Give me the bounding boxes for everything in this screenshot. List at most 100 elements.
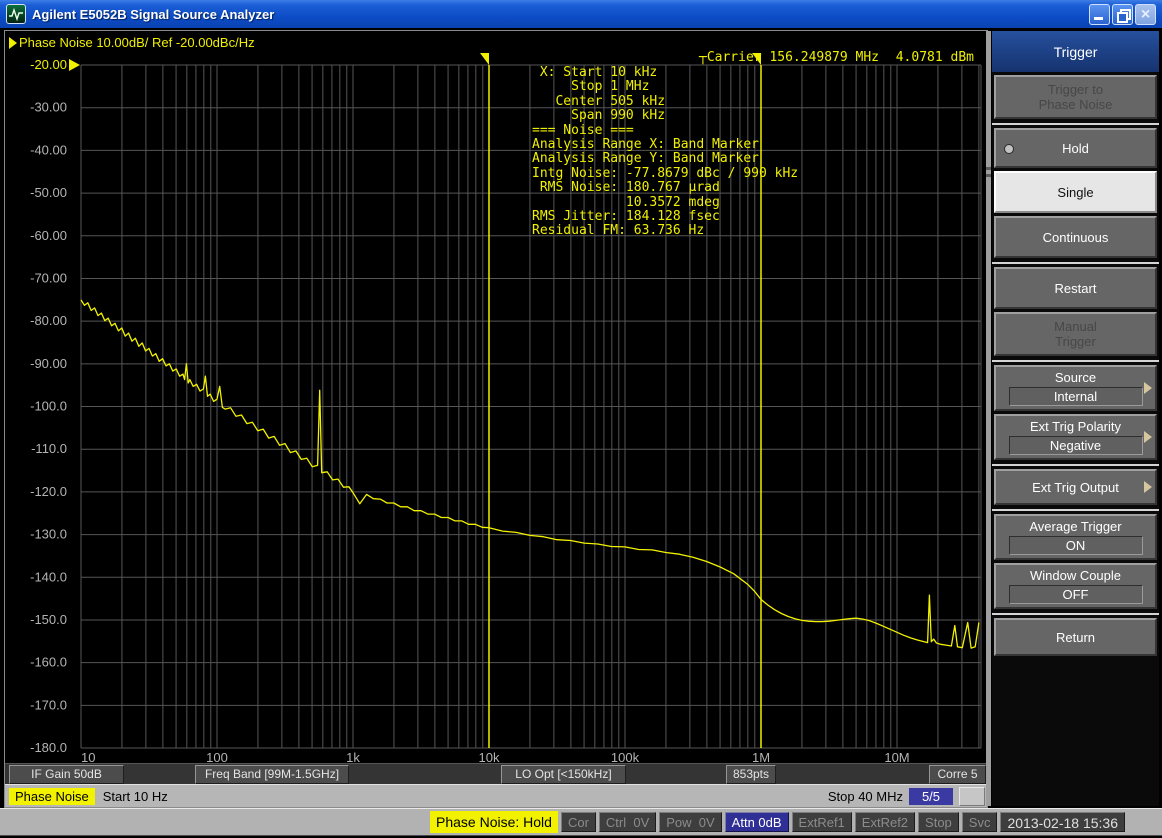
menu-separator	[992, 464, 1159, 466]
app-icon	[6, 4, 26, 24]
softkey-return[interactable]: Return	[994, 618, 1157, 656]
softkey-scrollbar[interactable]	[986, 31, 991, 806]
softkey-hold[interactable]: Hold	[994, 128, 1157, 168]
softkey-value: ON	[1009, 536, 1143, 555]
y-axis-tick-label: -120.0	[30, 484, 67, 499]
y-axis-tick-label: -70.00	[30, 270, 67, 285]
y-axis-tick-label: -90.00	[30, 356, 67, 371]
softkey-value: OFF	[1009, 585, 1143, 604]
menu-separator	[992, 613, 1159, 615]
status-chip-853pts: 853pts	[726, 765, 776, 784]
bottombar-chip-extref2: ExtRef2	[855, 812, 915, 832]
app-window: Agilent E5052B Signal Source Analyzer Ph…	[0, 0, 1162, 838]
annotation-line: Center 505 kHz	[532, 95, 798, 109]
softkey-label: Hold	[1062, 141, 1089, 156]
menu-separator	[992, 509, 1159, 511]
softkey-label: Window Couple	[1030, 568, 1121, 583]
y-axis-tick-label: -100.0	[30, 399, 67, 414]
menu-separator	[992, 360, 1159, 362]
softkey-label: Source	[1055, 370, 1096, 385]
spare-chip	[959, 787, 985, 806]
menu-separator	[992, 262, 1159, 264]
minimize-button[interactable]	[1089, 4, 1110, 25]
bottombar-chip-phase-noise-hold: Phase Noise: Hold	[430, 811, 558, 833]
bottombar-chip-svc: Svc	[962, 812, 998, 832]
y-axis-tick-label: -80.00	[30, 313, 67, 328]
softkey-label: Trigger to Phase Noise	[1039, 82, 1113, 112]
status-row2: Phase Noise Start 10 Hz Stop 40 MHz 5/5	[5, 784, 987, 807]
status-chip-if-gain-50db: IF Gain 50dB	[9, 765, 124, 784]
annotation-line: Stop 1 MHz	[532, 80, 798, 94]
softkey-label: Single	[1057, 185, 1093, 200]
softkey-label: Ext Trig Output	[1032, 480, 1119, 495]
bottombar-chip-ctrl-0v: Ctrl 0V	[599, 812, 656, 832]
menu-title: Trigger	[992, 31, 1159, 72]
bottom-status-bar: Phase Noise: HoldCorCtrl 0VPow 0VAttn 0d…	[0, 808, 1162, 836]
softkey-label: Restart	[1055, 281, 1097, 296]
y-axis-tick-label: -160.0	[30, 655, 67, 670]
softkey-label: Ext Trig Polarity	[1030, 419, 1121, 434]
window-title: Agilent E5052B Signal Source Analyzer	[32, 7, 1089, 22]
close-button[interactable]	[1135, 4, 1156, 25]
annotation-line: Residual FM: 63.736 Hz	[532, 224, 798, 238]
status-chip-corre-5: Corre 5	[929, 765, 986, 784]
y-axis-tick-label: -30.00	[30, 100, 67, 115]
softkey-manual-trigger: Manual Trigger	[994, 312, 1157, 356]
y-axis-tick-label: -150.0	[30, 612, 67, 627]
softkey-source[interactable]: Source Internal	[994, 365, 1157, 411]
menu-separator	[992, 123, 1159, 125]
noise-analysis-annotation: X: Start 10 kHz Stop 1 MHz Center 505 kH…	[532, 66, 798, 239]
y-axis-tick-label: -170.0	[30, 697, 67, 712]
softkey-window-couple[interactable]: Window Couple OFF	[994, 563, 1157, 609]
annotation-line: === Noise ===	[532, 124, 798, 138]
bottombar-chip-attn-0db: Attn 0dB	[725, 812, 789, 832]
y-axis-tick-label: -180.0	[30, 740, 67, 755]
annotation-line: Analysis Range Y: Band Marker	[532, 152, 798, 166]
annotation-line: X: Start 10 kHz	[532, 66, 798, 80]
phase-noise-plot[interactable]: -20.00-30.00-40.00-50.00-60.00-70.00-80.…	[5, 31, 987, 807]
softkey-label: Manual Trigger	[1054, 319, 1097, 349]
annotation-line: 10.3572 mdeg	[532, 196, 798, 210]
selected-dot-icon	[1004, 144, 1014, 154]
softkey-continuous[interactable]: Continuous	[994, 216, 1157, 258]
annotation-line: Span 990 kHz	[532, 109, 798, 123]
softkey-ext-trig-output[interactable]: Ext Trig Output	[994, 469, 1157, 505]
carrier-power-readout: 4.0781 dBm	[896, 50, 974, 65]
softkey-single[interactable]: Single	[994, 171, 1157, 213]
page-indicator[interactable]: 5/5	[909, 788, 953, 805]
softkey-menu: Trigger Trigger to Phase Noise Hold Single…	[992, 31, 1159, 806]
y-axis-tick-label: -130.0	[30, 527, 67, 542]
status-row1: IF Gain 50dBFreq Band [99M-1.5GHz]LO Opt…	[5, 763, 987, 784]
bottombar-chip-2013-02-18-15-36: 2013-02-18 15:36	[1000, 812, 1125, 832]
annotation-line: Analysis Range X: Band Marker	[532, 138, 798, 152]
band-marker-flag-icon[interactable]	[480, 53, 489, 65]
annotation-line: RMS Noise: 180.767 μrad	[532, 181, 798, 195]
instrument-screen: Phase Noise 10.00dB/ Ref -20.00dBc/Hz -2…	[4, 30, 988, 808]
carrier-frequency-readout: ┬Carrier 156.249879 MHz	[699, 50, 879, 65]
bottombar-chip-extref1: ExtRef1	[792, 812, 852, 832]
y-axis-tick-label: -50.00	[30, 185, 67, 200]
softkey-average-trigger[interactable]: Average Trigger ON	[994, 514, 1157, 560]
restore-button[interactable]	[1112, 4, 1133, 25]
annotation-line: Intg Noise: -77.8679 dBc / 990 kHz	[532, 167, 798, 181]
y-axis-tick-label: -140.0	[30, 569, 67, 584]
stop-frequency-label: Stop 40 MHz	[828, 789, 903, 804]
start-frequency-label: Start 10 Hz	[103, 789, 168, 804]
softkey-label: Average Trigger	[1029, 519, 1121, 534]
ref-level-marker-icon	[69, 59, 80, 71]
bottombar-chip-pow-0v: Pow 0V	[659, 812, 721, 832]
annotation-line: RMS Jitter: 184.128 fsec	[532, 210, 798, 224]
softkey-ext-trig-polarity[interactable]: Ext Trig Polarity Negative	[994, 414, 1157, 460]
softkey-value: Internal	[1009, 387, 1143, 406]
mode-chip: Phase Noise	[9, 788, 95, 805]
softkey-value: Negative	[1009, 436, 1143, 455]
softkey-label: Continuous	[1043, 230, 1109, 245]
softkey-trigger-to-phase-noise: Trigger to Phase Noise	[994, 75, 1157, 119]
submenu-arrow-icon	[1144, 481, 1152, 493]
y-axis-tick-label: -110.0	[31, 441, 67, 456]
bottombar-chip-cor: Cor	[561, 812, 596, 832]
y-axis-tick-label: -20.00	[30, 57, 67, 72]
softkey-restart[interactable]: Restart	[994, 267, 1157, 309]
softkey-label: Return	[1056, 630, 1095, 645]
y-axis-tick-label: -60.00	[30, 228, 67, 243]
